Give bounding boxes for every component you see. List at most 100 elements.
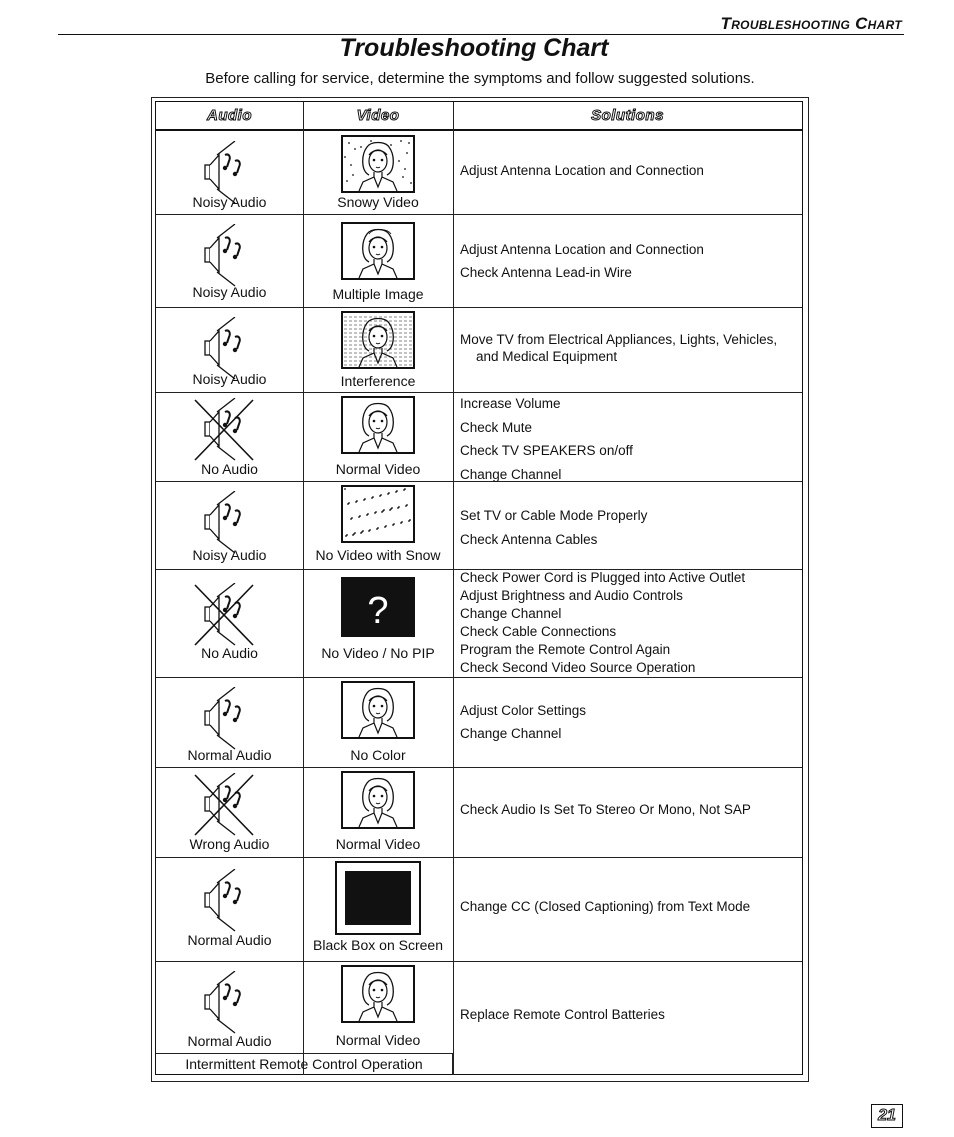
video-cell: Snowy Video: [303, 131, 453, 214]
video-cell: Interference: [303, 307, 453, 392]
audio-symptom-label: Noisy Audio: [192, 547, 267, 563]
header-video: Video: [356, 107, 400, 125]
solutions-list: Check Audio Is Set To Stereo Or Mono, No…: [460, 801, 798, 818]
audio-symptom-label: Normal Audio: [187, 932, 272, 948]
solutions-cell: Move TV from Electrical Appliances, Ligh…: [453, 307, 802, 392]
solution-item: and Medical Equipment: [476, 349, 618, 364]
audio-symptom-label: Noisy Audio: [192, 194, 267, 210]
solutions-list: Replace Remote Control Batteries: [460, 1006, 798, 1023]
solution-item: Replace Remote Control Batteries: [460, 1007, 665, 1022]
solutions-cell: Adjust Antenna Location and Connection Ch…: [453, 214, 802, 307]
solution-item: Check Cable Connections: [460, 624, 617, 639]
solution-item: Adjust Brightness and Audio Controls: [460, 588, 683, 603]
solution-item: Check Power Cord is Plugged into Active …: [460, 570, 746, 585]
solution-item: Check Antenna Lead-in Wire: [460, 265, 632, 280]
audio-cell: Wrong Audio: [156, 767, 303, 857]
table-row: Noisy Audio Interference Move TV from Ele…: [156, 307, 802, 393]
solutions-cell: Set TV or Cable Mode Properly Check Anten…: [453, 481, 802, 569]
speaker-crossed-icon: [191, 772, 257, 842]
solution-item: Check Antenna Cables: [460, 532, 598, 547]
speaker-crossed-icon: [191, 397, 257, 467]
table-row: Normal Audio Normal Video Replace Remote …: [156, 961, 802, 1075]
table-row: Normal Audio No Color Adjust Color Settin…: [156, 677, 802, 768]
solution-item: Program the Remote Control Again: [460, 642, 671, 657]
table-row: No Audio Normal Video Increase Volume Chec…: [156, 392, 802, 482]
solution-item: Increase Volume: [460, 396, 561, 411]
page-subtitle: Before calling for service, determine th…: [205, 70, 755, 87]
video-symptom-label: Normal Video: [335, 836, 421, 852]
audio-cell: Normal Audio: [156, 677, 303, 767]
speaker-notes-icon: [191, 223, 257, 293]
solutions-list: Adjust Color Settings Change Channel: [460, 699, 798, 745]
video-cell: No Video with Snow: [303, 481, 453, 569]
table-row: Noisy Audio No Video with Snow Set TV or C…: [156, 481, 802, 570]
video-symptom-label: Multiple Image: [332, 286, 424, 302]
table-row: No Audio ? No Video / No PIP Check Power C…: [156, 569, 802, 678]
audio-symptom-label: Normal Audio: [187, 747, 272, 763]
svg-text:?: ?: [367, 590, 388, 632]
solution-item: Adjust Color Settings: [460, 703, 587, 718]
solution-item: Check Audio Is Set To Stereo Or Mono, No…: [460, 802, 751, 817]
solutions-list: Set TV or Cable Mode Properly Check Anten…: [460, 504, 798, 552]
solutions-cell: Adjust Antenna Location and Connection: [453, 131, 802, 214]
tv-face-icon: [341, 396, 415, 459]
tv-snow-only-icon: [341, 485, 415, 548]
video-symptom-label: No Video with Snow: [315, 547, 441, 563]
video-symptom-label: Snowy Video: [337, 194, 419, 210]
solutions-list: Adjust Antenna Location and Connection: [460, 162, 798, 179]
header-audio: Audio: [207, 107, 253, 125]
table-header-row: Audio Video Solutions: [156, 102, 802, 131]
audio-cell: No Audio: [156, 392, 303, 481]
solutions-cell: Check Power Cord is Plugged into Active …: [453, 569, 802, 677]
table-row: Normal Audio Black Box on Screen Change C…: [156, 857, 802, 962]
tv-face-icon: [341, 965, 415, 1028]
tv-multiple-image-icon: [341, 222, 415, 285]
solutions-cell: Adjust Color Settings Change Channel: [453, 677, 802, 767]
tv-face-icon: [341, 771, 415, 834]
header-solutions: Solutions: [591, 107, 664, 125]
video-cell: Black Box on Screen: [303, 857, 453, 961]
tv-black-box-icon: [335, 861, 421, 940]
video-symptom-label: No Color: [350, 747, 406, 763]
video-symptom-label: Normal Video: [335, 1032, 421, 1048]
tv-interference-icon: [341, 311, 415, 374]
solutions-cell: Change CC (Closed Captioning) from Text …: [453, 857, 802, 961]
solution-item: Change Channel: [460, 606, 562, 621]
audio-symptom-label: Noisy Audio: [192, 371, 267, 387]
solution-item: Adjust Antenna Location and Connection: [460, 242, 704, 257]
solution-item: Check Second Video Source Operation: [460, 660, 696, 675]
tv-question-icon: ?: [341, 577, 415, 642]
audio-cell: Normal Audio: [156, 857, 303, 961]
solution-item: Set TV or Cable Mode Properly: [460, 508, 648, 523]
audio-symptom-label: No Audio: [201, 645, 258, 661]
video-cell: Multiple Image: [303, 214, 453, 307]
audio-symptom-label: Wrong Audio: [189, 836, 270, 852]
video-cell: Normal Video: [303, 767, 453, 857]
video-symptom-label: No Video / No PIP: [321, 645, 435, 661]
tv-snowy-face-icon: [341, 135, 415, 198]
solutions-list: Increase Volume Check Mute Check TV SPEAKE…: [460, 392, 798, 486]
table-row: Noisy Audio Multiple Image Adjust Antenna…: [156, 214, 802, 308]
table-row: Noisy Audio Snowy Video Adjust Antenna Lo…: [156, 131, 802, 215]
solution-item: Check TV SPEAKERS on/off: [460, 443, 633, 458]
audio-symptom-label: No Audio: [201, 461, 258, 477]
video-cell: No Color: [303, 677, 453, 767]
page-number: 21: [871, 1104, 903, 1128]
solutions-list: Check Power Cord is Plugged into Active …: [460, 569, 798, 677]
video-symptom-label: Interference: [340, 373, 416, 389]
solution-item: Move TV from Electrical Appliances, Ligh…: [460, 332, 778, 347]
audio-cell: Noisy Audio: [156, 131, 303, 214]
audio-cell: Noisy Audio: [156, 307, 303, 392]
video-cell: ? No Video / No PIP: [303, 569, 453, 677]
table-row: Wrong Audio Normal Video Check Audio Is S…: [156, 767, 802, 858]
running-head: Troubleshooting Chart: [58, 14, 904, 35]
solutions-cell: Check Audio Is Set To Stereo Or Mono, No…: [453, 767, 802, 857]
speaker-notes-icon: [191, 686, 257, 756]
speaker-notes-icon: [191, 868, 257, 938]
running-head-text: Troubleshooting Chart: [720, 14, 902, 33]
video-symptom-label: Black Box on Screen: [313, 937, 443, 953]
solutions-cell: Replace Remote Control Batteries: [453, 961, 802, 1075]
solutions-list: Change CC (Closed Captioning) from Text …: [460, 898, 798, 915]
solution-item: Adjust Antenna Location and Connection: [460, 163, 704, 178]
audio-symptom-label: Noisy Audio: [192, 284, 267, 300]
